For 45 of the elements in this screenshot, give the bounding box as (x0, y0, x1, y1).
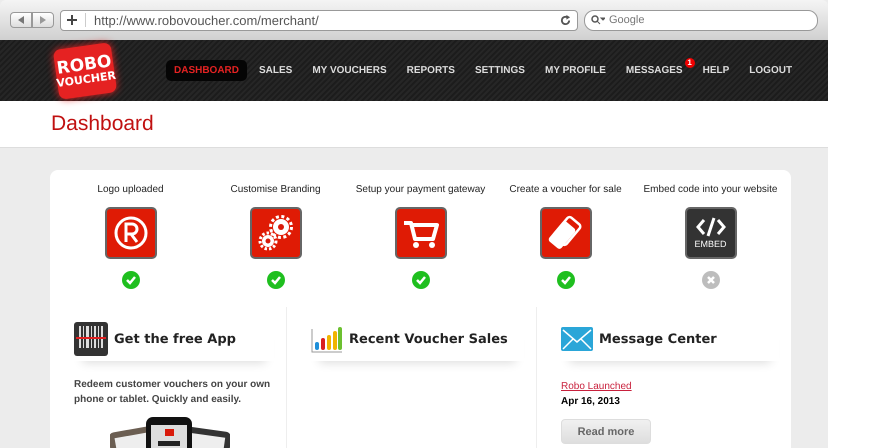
right-arrow-icon (39, 16, 47, 24)
search-field[interactable]: Google (584, 10, 818, 30)
left-arrow-icon (17, 16, 25, 24)
step-tile[interactable] (250, 207, 302, 259)
nav-item[interactable]: MY VOUCHERS (304, 60, 395, 81)
add-icon[interactable] (67, 15, 77, 25)
notification-badge: 1 (684, 58, 695, 68)
back-button[interactable] (10, 12, 32, 28)
nav-item[interactable]: SALES (251, 60, 300, 81)
step-tile[interactable] (394, 207, 446, 259)
panel-title: Message Center (599, 332, 717, 346)
step-label: Customise Branding (230, 184, 321, 195)
nav-item[interactable]: SETTINGS (466, 60, 533, 81)
nav-item[interactable]: LOGOUT (741, 60, 800, 81)
page-title: Dashboard (51, 112, 154, 136)
step-label: Embed code into your website (644, 184, 778, 195)
registered-mark-icon (114, 216, 148, 250)
panel-title: Get the free App (114, 332, 236, 346)
message-date: Apr 16, 2013 (561, 396, 620, 407)
step-label: Logo uploaded (97, 184, 164, 195)
search-icon (591, 14, 605, 24)
read-more-button[interactable]: Read more (561, 419, 651, 444)
forward-button[interactable] (32, 12, 54, 28)
code-icon (696, 217, 726, 237)
gears-icon (256, 214, 294, 252)
step-label: Create a voucher for sale (509, 184, 622, 195)
step-label: Setup your payment gateway (356, 184, 486, 195)
cards-icon (546, 215, 584, 251)
barcode-icon (74, 322, 108, 356)
nav-item[interactable]: MY PROFILE (536, 60, 614, 81)
address-bar[interactable]: http://www.robovoucher.com/merchant/ (60, 10, 578, 30)
logo[interactable]: ROBO VOUCHER (52, 42, 118, 100)
message-link[interactable]: Robo Launched (561, 381, 632, 392)
reload-icon[interactable] (560, 14, 571, 26)
envelope-icon (561, 327, 593, 351)
nav-item[interactable]: HELP (694, 60, 738, 81)
step-tile[interactable] (104, 207, 156, 259)
nav-item[interactable]: DASHBOARD (166, 60, 247, 81)
panel-text: Redeem customer vouchers on your own phone or tablet. Quickly and easily. (74, 378, 272, 407)
url-text: http://www.robovoucher.com/merchant/ (94, 12, 320, 28)
embed-button[interactable]: EMBED (684, 207, 736, 259)
nav-item[interactable]: REPORTS (398, 60, 463, 81)
bar-chart-icon (311, 325, 343, 353)
step-tile[interactable] (540, 207, 592, 259)
panel-title: Recent Voucher Sales (349, 332, 508, 346)
